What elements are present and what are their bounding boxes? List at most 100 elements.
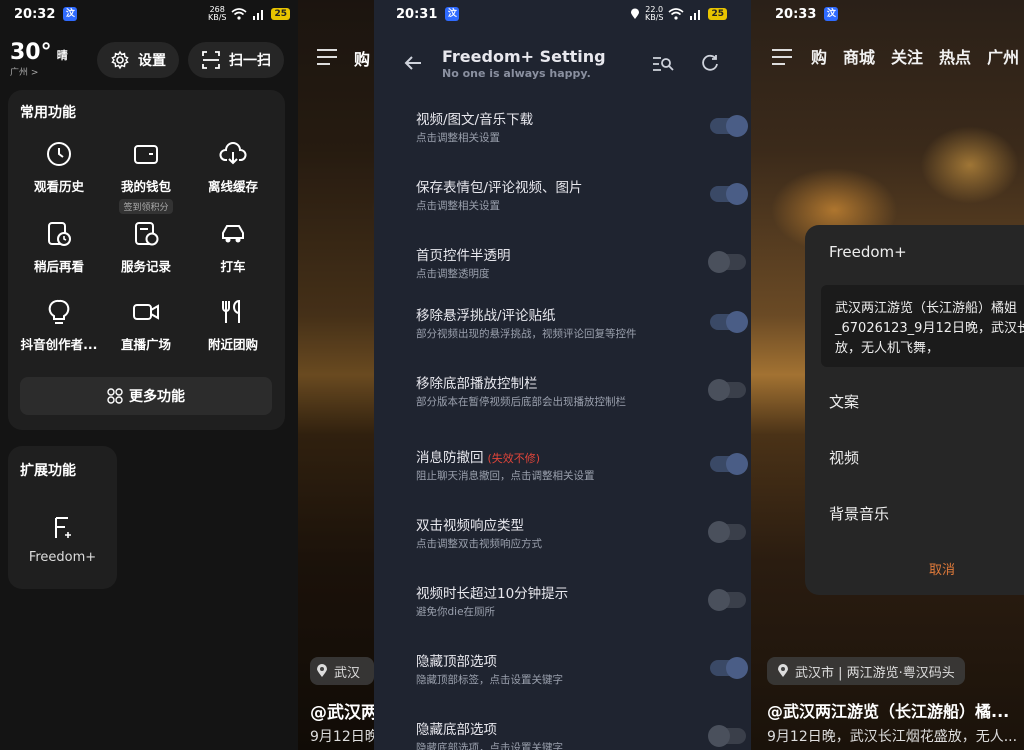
toggle-knob: [708, 589, 730, 611]
status-bar: 20:33 汶: [753, 0, 1024, 28]
gear-icon: [111, 50, 129, 70]
cancel-button[interactable]: 取消: [929, 559, 955, 578]
toggle-knob: [726, 657, 748, 679]
weather-temp: 30°: [10, 40, 52, 65]
setting-toggle[interactable]: [710, 453, 748, 475]
setting-subtitle: 阻止聊天消息撤回，点击调整相关设置: [416, 470, 595, 482]
tab-hot[interactable]: 热点: [939, 44, 971, 68]
net-speed: 268 KB/S: [207, 5, 227, 22]
setting-toggle[interactable]: [708, 379, 746, 401]
bulb-icon: [48, 299, 70, 324]
setting-toggle[interactable]: [710, 311, 748, 333]
toggle-knob: [708, 251, 730, 273]
grid-item-service-record[interactable]: 服务记录: [101, 220, 191, 275]
setting-title: 双击视频响应类型: [416, 514, 716, 534]
grid-item-label: 抖音创作者...: [20, 337, 98, 352]
setting-subtitle: 隐藏顶部标签，点击设置关键字: [416, 674, 563, 686]
dialog-text: 武汉两江游览（长江游船）橘姐_67026123_9月12日晚，武汉长江烟花盛放，…: [835, 301, 1024, 356]
dialog-title: Freedom+: [829, 243, 907, 261]
setting-row[interactable]: 移除悬浮挑战/评论贴纸 部分视频出现的悬浮挑战，视频评论回复等控件: [416, 304, 748, 341]
fork-knife-icon: [222, 299, 240, 323]
freedom-settings-page: 20:31 汶 22.0 KB/S 25 Freedom+ Setting No…: [374, 0, 751, 750]
setting-row[interactable]: 移除底部播放控制栏 部分版本在暂停视频后底部会出现播放控制栏: [416, 372, 746, 409]
status-time: 20:32: [14, 6, 56, 22]
status-bar: 20:32 汶 268 KB/S 25: [0, 0, 298, 28]
setting-row[interactable]: 消息防撤回 (失效不修) 阻止聊天消息撤回，点击调整相关设置: [416, 446, 748, 483]
setting-row[interactable]: 双击视频响应类型 点击调整双击视频响应方式: [416, 514, 746, 551]
settings-button[interactable]: 设置: [97, 42, 179, 78]
tab-mall[interactable]: 商城: [843, 44, 875, 68]
signal-icon: [690, 10, 701, 20]
grid-item-watch-later[interactable]: 稍后再看: [14, 220, 104, 275]
common-functions-title: 常用功能: [20, 105, 76, 121]
toggle-knob: [708, 379, 730, 401]
wifi-icon: [231, 8, 247, 20]
grid-item-label: 我的钱包: [120, 179, 171, 194]
setting-row[interactable]: 首页控件半透明点击调整透明度: [416, 244, 746, 281]
grid-item-creator[interactable]: 抖音创作者...: [14, 298, 104, 353]
status-bar: 20:31 汶 22.0 KB/S 25: [374, 0, 751, 28]
setting-toggle[interactable]: [708, 589, 746, 611]
setting-row[interactable]: 视频时长超过10分钟提示 避免你die在厕所: [416, 582, 746, 619]
grid-item-nearby-deals[interactable]: 附近团购: [188, 298, 278, 353]
setting-subtitle: 点击调整相关设置: [416, 200, 500, 212]
author-name[interactable]: @武汉两江游览（长江游船）橘...: [767, 698, 1009, 722]
extend-functions-card: 扩展功能 Freedom+: [8, 446, 117, 589]
tab-follow[interactable]: 关注: [891, 44, 923, 68]
grid-item-history[interactable]: 观看历史: [14, 140, 104, 195]
setting-title-text: 消息防撤回: [416, 450, 484, 466]
setting-row[interactable]: 隐藏底部选项 隐藏底部选项，点击设置关键字: [416, 718, 746, 750]
option-bgm[interactable]: 背景音乐: [829, 503, 889, 524]
weather-desc: 晴: [56, 49, 68, 62]
grid-item-live-square[interactable]: 直播广场: [101, 298, 191, 353]
setting-subtitle: 点击调整透明度: [416, 268, 490, 280]
setting-title-text: 首页控件半透明: [416, 248, 511, 264]
scan-label: 扫一扫: [229, 53, 271, 69]
grid-item-wallet[interactable]: 我的钱包 签到领积分: [101, 140, 191, 214]
setting-row[interactable]: 保存表情包/评论视频、图片 点击调整相关设置: [416, 176, 748, 213]
location-pin-icon: [317, 664, 327, 677]
dialog-text-box[interactable]: 武汉两江游览（长江游船）橘姐_67026123_9月12日晚，武汉长江烟花盛放，…: [821, 285, 1024, 367]
refresh-icon[interactable]: [700, 54, 720, 74]
app-notification-icon: 汶: [445, 7, 460, 21]
setting-title: 隐藏顶部选项: [416, 650, 716, 670]
setting-row[interactable]: 隐藏顶部选项隐藏顶部标签，点击设置关键字: [416, 650, 748, 687]
setting-title-text: 隐藏底部选项: [416, 722, 497, 738]
scan-icon: [202, 51, 220, 69]
option-video[interactable]: 视频: [829, 447, 859, 468]
grid-item-label: 直播广场: [120, 337, 171, 352]
setting-title: 消息防撤回 (失效不修): [416, 446, 716, 466]
back-arrow-icon[interactable]: [404, 55, 422, 71]
car-icon: [222, 225, 244, 243]
tab-guangzhou[interactable]: 广州: [987, 44, 1019, 68]
menu-icon[interactable]: [771, 48, 793, 66]
location-chip[interactable]: 武汉: [310, 657, 374, 685]
setting-title: 视频时长超过10分钟提示: [416, 582, 716, 602]
menu-icon[interactable]: [316, 48, 338, 66]
setting-title-text: 移除悬浮挑战/评论贴纸: [416, 308, 556, 324]
video-desc: 9月12日晚: [310, 729, 379, 745]
watch-later-icon: [48, 222, 71, 246]
setting-toggle[interactable]: [708, 725, 746, 747]
grid-item-offline-cache[interactable]: 离线缓存: [188, 140, 278, 195]
tab-shopping[interactable]: 购: [811, 44, 827, 68]
option-copy[interactable]: 文案: [829, 391, 859, 412]
location-text: 武汉: [334, 665, 361, 681]
extend-functions-title: 扩展功能: [20, 463, 76, 479]
setting-title: 隐藏底部选项: [416, 718, 716, 738]
setting-toggle[interactable]: [710, 183, 748, 205]
setting-toggle[interactable]: [708, 251, 746, 273]
more-functions-button[interactable]: 更多功能: [20, 377, 272, 415]
setting-toggle[interactable]: [710, 657, 748, 679]
setting-row[interactable]: 视频/图文/音乐下载 点击调整相关设置: [416, 108, 748, 145]
nav-partial[interactable]: 购: [354, 46, 370, 70]
freedom-plus-entry[interactable]: Freedom+: [8, 516, 117, 565]
setting-toggle[interactable]: [708, 521, 746, 543]
setting-toggle[interactable]: [710, 115, 748, 137]
toggle-knob: [708, 521, 730, 543]
scan-button[interactable]: 扫一扫: [188, 42, 284, 78]
grid-item-taxi[interactable]: 打车: [188, 220, 278, 275]
location-chip[interactable]: 武汉市 | 两江游览·粤汉码头: [767, 657, 965, 685]
search-list-icon[interactable]: [652, 55, 674, 73]
author-name[interactable]: @武汉两: [310, 698, 378, 723]
